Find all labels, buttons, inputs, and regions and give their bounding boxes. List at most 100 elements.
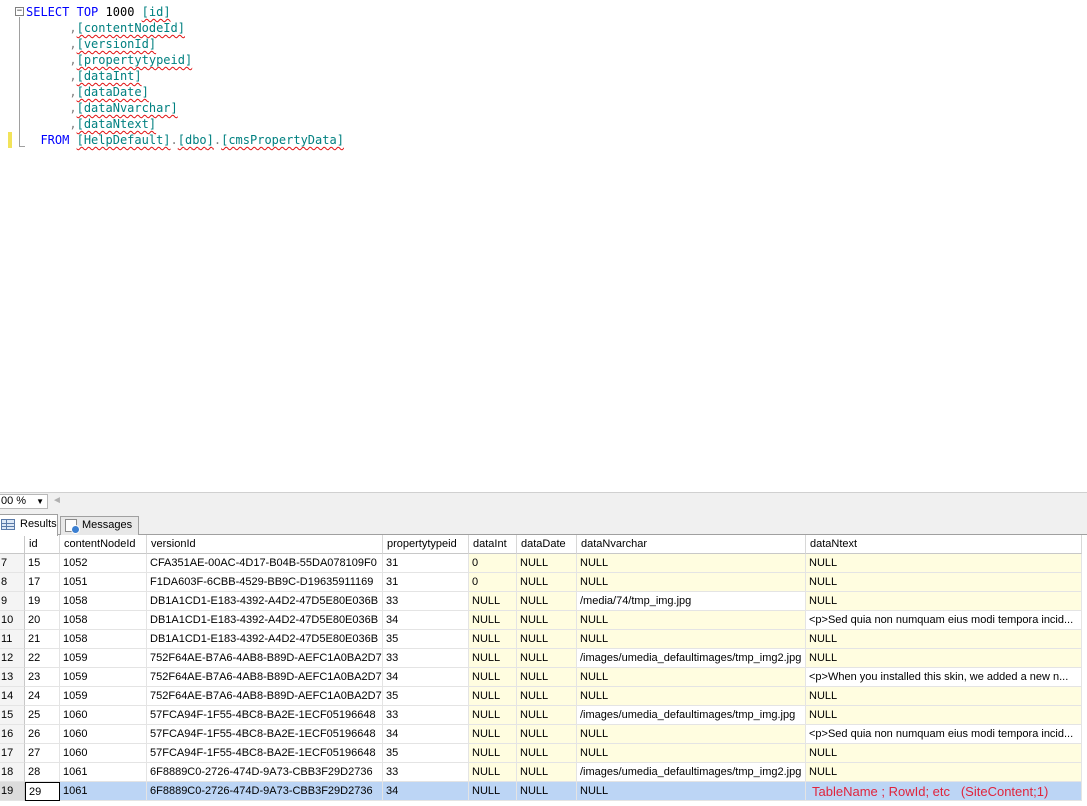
data-nvarchar-cell[interactable]: /media/74/tmp_img.jpg bbox=[577, 592, 806, 611]
data-ntext-cell[interactable]: NULL bbox=[806, 630, 1082, 649]
content-node-id-cell[interactable]: 1051 bbox=[60, 573, 147, 592]
version-id-cell[interactable]: F1DA603F-6CBB-4529-BB9C-D19635911169 bbox=[147, 573, 383, 592]
version-id-cell[interactable]: 6F8889C0-2726-474D-9A73-CBB3F29D2736 bbox=[147, 782, 383, 801]
table-row[interactable]: 10 20 1058 DB1A1CD1-E183-4392-A4D2-47D5E80E… bbox=[0, 611, 1087, 630]
data-int-cell[interactable]: 0 bbox=[469, 554, 517, 573]
data-nvarchar-cell[interactable]: NULL bbox=[577, 744, 806, 763]
data-int-cell[interactable]: NULL bbox=[469, 744, 517, 763]
chevron-down-icon[interactable]: ▼ bbox=[36, 495, 44, 508]
data-int-cell[interactable]: NULL bbox=[469, 668, 517, 687]
data-int-cell[interactable]: NULL bbox=[469, 782, 517, 801]
sql-editor[interactable]: − SELECT TOP 1000 [id] ,[contentNodeId] … bbox=[0, 0, 1087, 492]
property-type-id-cell[interactable]: 31 bbox=[383, 554, 469, 573]
version-id-cell[interactable]: 57FCA94F-1F55-4BC8-BA2E-1ECF05196648 bbox=[147, 744, 383, 763]
data-nvarchar-cell[interactable]: NULL bbox=[577, 573, 806, 592]
table-row[interactable]: 7 15 1052 CFA351AE-00AC-4D17-B04B-55DA07810… bbox=[0, 554, 1087, 573]
table-row[interactable]: 9 19 1058 DB1A1CD1-E183-4392-A4D2-47D5E80E0… bbox=[0, 592, 1087, 611]
content-node-id-cell[interactable]: 1058 bbox=[60, 592, 147, 611]
data-ntext-cell[interactable]: NULL bbox=[806, 554, 1082, 573]
data-ntext-cell[interactable]: <p>Sed quia non numquam eius modi tempor… bbox=[806, 725, 1082, 744]
property-type-id-cell[interactable]: 35 bbox=[383, 687, 469, 706]
content-node-id-cell[interactable]: 1052 bbox=[60, 554, 147, 573]
content-node-id-cell[interactable]: 1059 bbox=[60, 687, 147, 706]
data-ntext-cell[interactable]: NULL bbox=[806, 573, 1082, 592]
version-id-cell[interactable]: 752F64AE-B7A6-4AB8-B89D-AEFC1A0BA2D7 bbox=[147, 687, 383, 706]
version-id-cell[interactable]: 6F8889C0-2726-474D-9A73-CBB3F29D2736 bbox=[147, 763, 383, 782]
id-cell[interactable]: 25 bbox=[25, 706, 60, 725]
row-number-cell[interactable]: 9 bbox=[0, 592, 25, 611]
row-number-cell[interactable]: 14 bbox=[0, 687, 25, 706]
id-cell[interactable]: 24 bbox=[25, 687, 60, 706]
data-date-cell[interactable]: NULL bbox=[517, 725, 577, 744]
zoom-select[interactable]: 00 % ▼ bbox=[0, 494, 48, 509]
data-ntext-cell[interactable]: <p>When you installed this skin, we adde… bbox=[806, 668, 1082, 687]
column-header-data-int[interactable]: dataInt bbox=[469, 535, 517, 554]
data-date-cell[interactable]: NULL bbox=[517, 782, 577, 801]
data-int-cell[interactable]: NULL bbox=[469, 611, 517, 630]
content-node-id-cell[interactable]: 1059 bbox=[60, 668, 147, 687]
content-node-id-cell[interactable]: 1061 bbox=[60, 782, 147, 801]
property-type-id-cell[interactable]: 33 bbox=[383, 649, 469, 668]
table-row[interactable]: 15 25 1060 57FCA94F-1F55-4BC8-BA2E-1ECF0519… bbox=[0, 706, 1087, 725]
data-date-cell[interactable]: NULL bbox=[517, 649, 577, 668]
column-header-data-date[interactable]: dataDate bbox=[517, 535, 577, 554]
row-number-cell[interactable]: 12 bbox=[0, 649, 25, 668]
id-cell[interactable]: 22 bbox=[25, 649, 60, 668]
table-row[interactable]: 11 21 1058 DB1A1CD1-E183-4392-A4D2-47D5E80E… bbox=[0, 630, 1087, 649]
row-number-cell[interactable]: 8 bbox=[0, 573, 25, 592]
id-cell[interactable]: 29 bbox=[25, 782, 60, 801]
version-id-cell[interactable]: DB1A1CD1-E183-4392-A4D2-47D5E80E036B bbox=[147, 611, 383, 630]
id-cell[interactable]: 15 bbox=[25, 554, 60, 573]
data-ntext-cell[interactable]: NULL bbox=[806, 649, 1082, 668]
property-type-id-cell[interactable]: 33 bbox=[383, 592, 469, 611]
id-cell[interactable]: 19 bbox=[25, 592, 60, 611]
row-number-cell[interactable]: 7 bbox=[0, 554, 25, 573]
version-id-cell[interactable]: DB1A1CD1-E183-4392-A4D2-47D5E80E036B bbox=[147, 630, 383, 649]
row-number-cell[interactable]: 18 bbox=[0, 763, 25, 782]
content-node-id-cell[interactable]: 1060 bbox=[60, 725, 147, 744]
row-number-cell[interactable]: 16 bbox=[0, 725, 25, 744]
property-type-id-cell[interactable]: 34 bbox=[383, 782, 469, 801]
table-row[interactable]: 17 27 1060 57FCA94F-1F55-4BC8-BA2E-1ECF0519… bbox=[0, 744, 1087, 763]
content-node-id-cell[interactable]: 1060 bbox=[60, 744, 147, 763]
scroll-left-icon[interactable]: ◄ bbox=[52, 495, 62, 506]
data-int-cell[interactable]: NULL bbox=[469, 687, 517, 706]
data-int-cell[interactable]: NULL bbox=[469, 763, 517, 782]
data-nvarchar-cell[interactable]: NULL bbox=[577, 630, 806, 649]
column-header-property-type-id[interactable]: propertytypeid bbox=[383, 535, 469, 554]
data-nvarchar-cell[interactable]: NULL bbox=[577, 687, 806, 706]
column-header-id[interactable]: id bbox=[25, 535, 60, 554]
version-id-cell[interactable]: 752F64AE-B7A6-4AB8-B89D-AEFC1A0BA2D7 bbox=[147, 649, 383, 668]
data-date-cell[interactable]: NULL bbox=[517, 763, 577, 782]
id-cell[interactable]: 27 bbox=[25, 744, 60, 763]
id-cell[interactable]: 26 bbox=[25, 725, 60, 744]
data-ntext-cell[interactable]: <p>Sed quia non numquam eius modi tempor… bbox=[806, 611, 1082, 630]
property-type-id-cell[interactable]: 33 bbox=[383, 706, 469, 725]
data-date-cell[interactable]: NULL bbox=[517, 687, 577, 706]
version-id-cell[interactable]: 752F64AE-B7A6-4AB8-B89D-AEFC1A0BA2D7 bbox=[147, 668, 383, 687]
property-type-id-cell[interactable]: 31 bbox=[383, 573, 469, 592]
data-ntext-cell[interactable]: NULL bbox=[806, 706, 1082, 725]
row-number-cell[interactable]: 13 bbox=[0, 668, 25, 687]
data-date-cell[interactable]: NULL bbox=[517, 668, 577, 687]
data-int-cell[interactable]: NULL bbox=[469, 725, 517, 744]
content-node-id-cell[interactable]: 1060 bbox=[60, 706, 147, 725]
data-date-cell[interactable]: NULL bbox=[517, 630, 577, 649]
data-int-cell[interactable]: NULL bbox=[469, 630, 517, 649]
content-node-id-cell[interactable]: 1058 bbox=[60, 630, 147, 649]
data-nvarchar-cell[interactable]: /images/umedia_defaultimages/tmp_img2.jp… bbox=[577, 649, 806, 668]
property-type-id-cell[interactable]: 34 bbox=[383, 725, 469, 744]
data-ntext-cell[interactable]: NULL bbox=[806, 744, 1082, 763]
id-cell[interactable]: 28 bbox=[25, 763, 60, 782]
data-ntext-cell[interactable]: NULL bbox=[806, 763, 1082, 782]
data-date-cell[interactable]: NULL bbox=[517, 744, 577, 763]
data-nvarchar-cell[interactable]: NULL bbox=[577, 725, 806, 744]
id-cell[interactable]: 17 bbox=[25, 573, 60, 592]
data-ntext-cell[interactable]: NULL bbox=[806, 687, 1082, 706]
data-nvarchar-cell[interactable]: NULL bbox=[577, 782, 806, 801]
row-number-cell[interactable]: 15 bbox=[0, 706, 25, 725]
row-number-cell[interactable]: 19 bbox=[0, 782, 25, 801]
data-nvarchar-cell[interactable]: NULL bbox=[577, 668, 806, 687]
property-type-id-cell[interactable]: 34 bbox=[383, 611, 469, 630]
column-header-content-node-id[interactable]: contentNodeId bbox=[60, 535, 147, 554]
